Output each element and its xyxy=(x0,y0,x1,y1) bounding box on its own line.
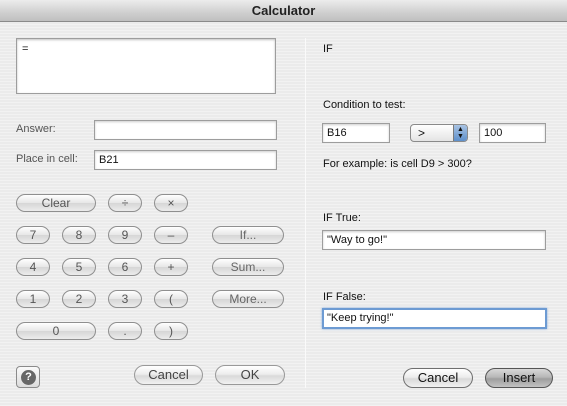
key-1-button[interactable]: 1 xyxy=(16,290,50,308)
formula-display[interactable]: = xyxy=(16,38,276,94)
window-title: Calculator xyxy=(0,0,567,22)
up-down-arrows-icon: ▲ ▼ xyxy=(453,125,467,141)
open-paren-button[interactable]: ( xyxy=(154,290,188,308)
right-cancel-button[interactable]: Cancel xyxy=(403,368,473,388)
condition-right-field[interactable]: 100 xyxy=(479,123,546,143)
if-button[interactable]: If... xyxy=(212,226,284,244)
answer-label: Answer: xyxy=(16,123,56,135)
ok-button[interactable]: OK xyxy=(215,365,285,385)
decimal-point-button[interactable]: . xyxy=(108,322,142,340)
operator-select[interactable]: > ▲ ▼ xyxy=(410,124,468,142)
answer-field[interactable] xyxy=(94,120,277,140)
condition-left-field[interactable]: B16 xyxy=(322,123,390,143)
sum-button[interactable]: Sum... xyxy=(212,258,284,276)
example-text: For example: is cell D9 > 300? xyxy=(323,158,472,170)
key-3-button[interactable]: 3 xyxy=(108,290,142,308)
if-heading: IF xyxy=(323,43,333,55)
if-true-field[interactable]: "Way to go!" xyxy=(322,230,546,250)
if-false-field[interactable]: "Keep trying!" xyxy=(322,308,547,329)
if-true-label: IF True: xyxy=(323,212,361,224)
left-cancel-button[interactable]: Cancel xyxy=(134,365,203,385)
minus-button[interactable]: – xyxy=(154,226,188,244)
operator-value: > xyxy=(418,126,426,140)
key-8-button[interactable]: 8 xyxy=(62,226,96,244)
more-button[interactable]: More... xyxy=(212,290,284,308)
calculator-window: Calculator = Answer: Place in cell: B21 … xyxy=(0,0,567,406)
close-paren-button[interactable]: ) xyxy=(154,322,188,340)
key-9-button[interactable]: 9 xyxy=(108,226,142,244)
plus-button[interactable]: + xyxy=(154,258,188,276)
dialog-content: = Answer: Place in cell: B21 Clear ÷ × 7… xyxy=(0,22,567,406)
key-2-button[interactable]: 2 xyxy=(62,290,96,308)
help-button[interactable]: ? xyxy=(16,366,40,388)
if-false-label: IF False: xyxy=(323,291,366,303)
insert-button[interactable]: Insert xyxy=(485,368,553,388)
key-7-button[interactable]: 7 xyxy=(16,226,50,244)
multiply-button[interactable]: × xyxy=(154,194,188,212)
key-6-button[interactable]: 6 xyxy=(108,258,142,276)
condition-label: Condition to test: xyxy=(323,99,406,111)
key-5-button[interactable]: 5 xyxy=(62,258,96,276)
question-mark-icon: ? xyxy=(21,370,36,385)
key-0-button[interactable]: 0 xyxy=(16,322,96,340)
clear-button[interactable]: Clear xyxy=(16,194,96,212)
divide-button[interactable]: ÷ xyxy=(108,194,142,212)
place-in-cell-label: Place in cell: xyxy=(16,153,78,165)
place-in-cell-field[interactable]: B21 xyxy=(94,150,277,170)
pane-divider xyxy=(305,38,306,388)
key-4-button[interactable]: 4 xyxy=(16,258,50,276)
